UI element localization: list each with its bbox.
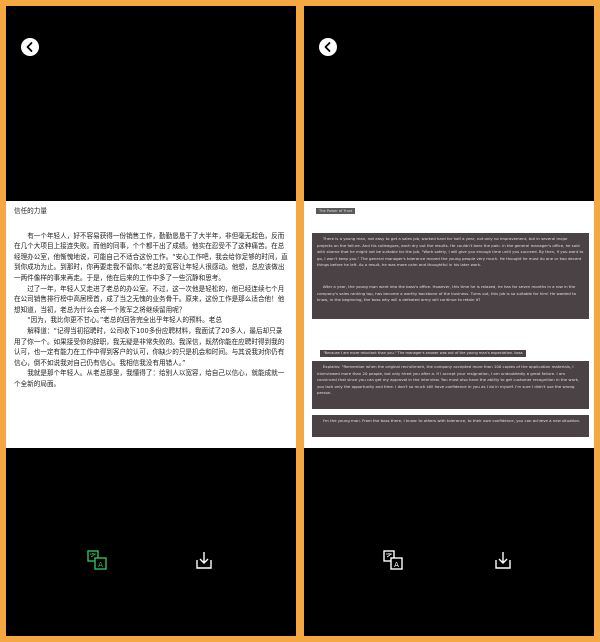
- back-arrow-icon[interactable]: [319, 38, 337, 56]
- translate-icon[interactable]: A: [382, 549, 404, 571]
- translated-paragraph: I'm the young man. From the boss there, …: [312, 415, 589, 437]
- document-page-translated: The Power of Trust There is a young man,…: [304, 201, 594, 448]
- svg-text:A: A: [98, 561, 103, 569]
- translate-icon[interactable]: A: [86, 549, 108, 571]
- paragraph: 解释道：“记得当初招聘时，公司收下100多份应聘材料，我面试了20多人，最后却只…: [14, 326, 285, 367]
- page-title: 信任的力量: [14, 207, 47, 215]
- download-icon[interactable]: [492, 549, 514, 571]
- svg-text:A: A: [394, 561, 399, 569]
- back-arrow-icon[interactable]: [21, 38, 39, 56]
- download-icon[interactable]: [193, 549, 215, 571]
- paragraph: 过了一年，年轻人又走进了老总的办公室。不过，这一次他是轻松的，他已经连续七个月在…: [14, 284, 285, 314]
- paragraph: “因为，我比你更不甘心。”老总的回答完全出乎年轻人的预料。老总: [27, 316, 222, 325]
- translated-paragraph: Explains: "Remember when the original re…: [312, 361, 589, 409]
- left-phone-screen: 信任的力量 有一个年轻人，好不容易获得一份销售工作，勤勤恳恳干了大半年，非但毫无…: [6, 6, 296, 636]
- right-phone-screen: The Power of Trust There is a young man,…: [304, 6, 594, 636]
- translated-paragraph: After a year, the young man went into th…: [312, 281, 589, 319]
- document-page-chinese: 信任的力量 有一个年轻人，好不容易获得一份销售工作，勤勤恳恳干了大半年，非但毫无…: [6, 201, 296, 448]
- paragraph: 我就是那个年轻人。从老总那里，我懂得了：给别人以宽容，给自己以信心，就能成就一个…: [14, 369, 285, 388]
- paragraph: 有一个年轻人，好不容易获得一份销售工作，勤勤恳恳干了大半年，非但毫无起色，反而在…: [14, 231, 288, 282]
- page-title: The Power of Trust: [316, 208, 356, 214]
- translated-caption: "Because I am more reluctant than you." …: [320, 350, 526, 357]
